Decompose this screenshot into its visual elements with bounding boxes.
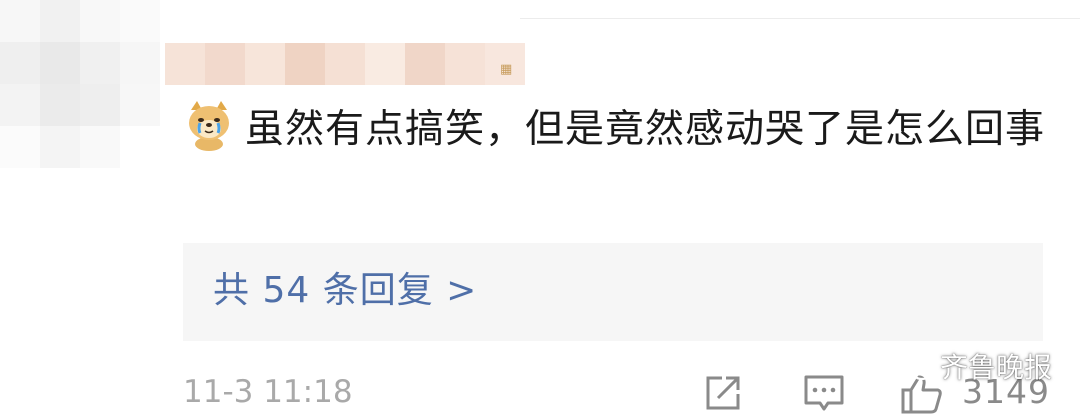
comment-icon[interactable] — [803, 374, 845, 414]
timestamp: 11-3 11:18 — [183, 374, 353, 410]
watermark-text: 齐鲁晚报 — [940, 351, 1053, 384]
user-badge-icon: ▦ — [500, 62, 513, 77]
wechat-icon — [900, 354, 934, 381]
replies-panel[interactable]: 共 54 条回复 > — [183, 243, 1043, 341]
divider — [520, 18, 1080, 19]
comment-text: 虽然有点搞笑，但是竟然感动哭了是怎么回事 — [183, 98, 1053, 161]
avatar[interactable] — [0, 0, 160, 168]
comment-body: 虽然有点搞笑，但是竟然感动哭了是怎么回事 — [245, 107, 1046, 152]
username[interactable] — [165, 43, 525, 85]
crying-doge-emoji-icon — [189, 101, 229, 151]
watermark: 齐鲁晚报 — [900, 350, 1052, 386]
view-replies-link[interactable]: 共 54 条回复 > — [213, 267, 477, 315]
share-icon[interactable] — [704, 374, 744, 412]
comment-card: ▦ 虽然有点搞笑，但是竟然感动哭了是怎么回事 共 54 条回复 > 11-3 1… — [0, 0, 1080, 420]
